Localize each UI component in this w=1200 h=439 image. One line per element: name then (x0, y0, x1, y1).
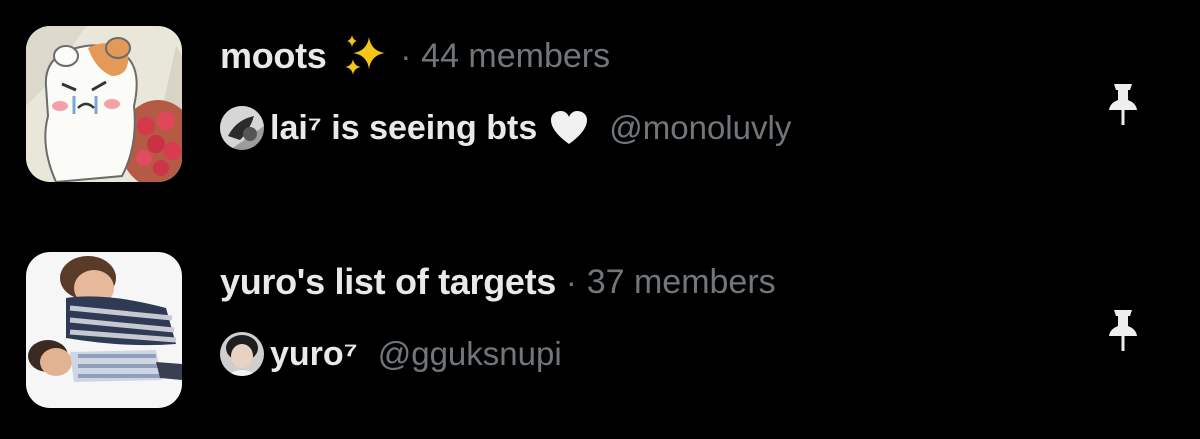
separator-dot: · (400, 37, 412, 74)
list-title-line: yuro's list of targets · 37 members (220, 256, 776, 308)
separator-dot: · (566, 263, 577, 300)
member-count[interactable]: 44 members (421, 37, 610, 76)
owner-display-name[interactable]: yuro⁷ (270, 335, 358, 374)
list-item-yuros-list-of-targets[interactable]: yuro's list of targets · 37 members yuro… (0, 250, 1200, 410)
pin-button[interactable] (1103, 306, 1143, 354)
list-cover-image (26, 252, 182, 408)
list-name[interactable]: moots (220, 35, 327, 77)
sparkles-icon (341, 31, 391, 81)
owner-handle[interactable]: @gguksnupi (378, 335, 562, 373)
member-count[interactable]: 37 members (587, 263, 776, 302)
list-name[interactable]: yuro's list of targets (220, 261, 556, 303)
avatar[interactable] (220, 106, 264, 150)
list-cover-image (26, 26, 182, 182)
list-item-moots[interactable]: moots · 44 members lai⁷ is seeing bts @m… (0, 24, 1200, 184)
list-title-line: moots · 44 members (220, 30, 610, 82)
white-heart-icon (549, 108, 589, 148)
list-owner-line: lai⁷ is seeing bts @monoluvly (220, 102, 791, 154)
pin-icon (1103, 306, 1143, 354)
owner-handle[interactable]: @monoluvly (609, 109, 791, 147)
list-owner-line: yuro⁷ @gguksnupi (220, 328, 562, 380)
owner-display-name[interactable]: lai⁷ is seeing bts (270, 109, 537, 148)
pin-icon (1103, 80, 1143, 128)
avatar[interactable] (220, 332, 264, 376)
pin-button[interactable] (1103, 80, 1143, 128)
